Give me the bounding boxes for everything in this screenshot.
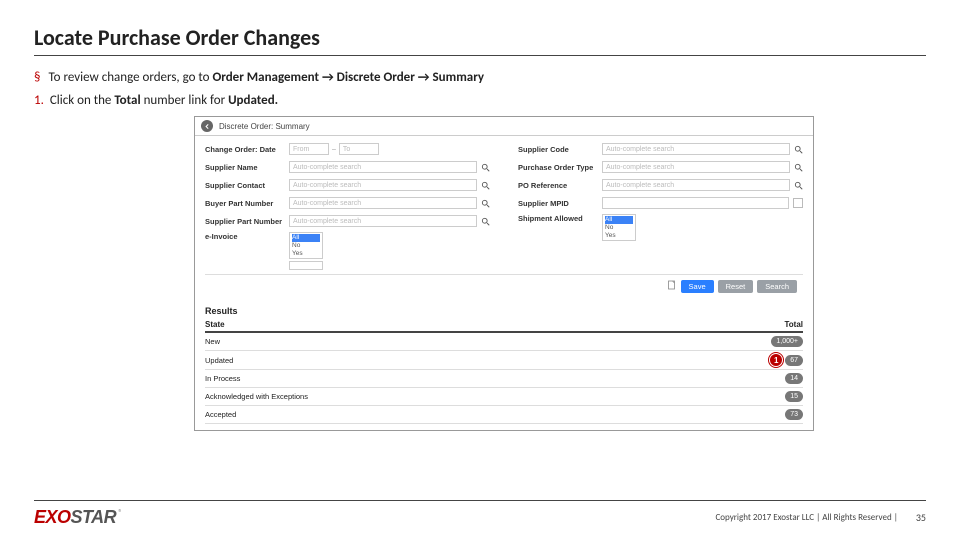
- label-buyer-part: Buyer Part Number: [205, 199, 289, 208]
- search-icon[interactable]: [481, 181, 490, 190]
- supplier-part-input[interactable]: Auto-complete search: [289, 215, 477, 227]
- buyer-part-input[interactable]: Auto-complete search: [289, 197, 477, 209]
- step-1: 1. Click on the Total number link for Up…: [34, 93, 926, 108]
- po-ref-input[interactable]: Auto-complete search: [602, 179, 790, 191]
- supplier-name-input[interactable]: Auto-complete search: [289, 161, 477, 173]
- screenshot-title: Discrete Order: Summary: [219, 122, 310, 131]
- label-supplier-contact: Supplier Contact: [205, 181, 289, 190]
- search-icon[interactable]: [481, 163, 490, 172]
- einvoice-extra[interactable]: [289, 261, 323, 270]
- search-icon[interactable]: [794, 163, 803, 172]
- search-icon[interactable]: [481, 217, 490, 226]
- po-type-input[interactable]: Auto-complete search: [602, 161, 790, 173]
- search-button[interactable]: Search: [757, 280, 797, 293]
- results-heading: Results: [205, 306, 803, 316]
- table-row: Updated 1 67: [205, 351, 803, 370]
- col-total: Total: [784, 320, 803, 329]
- label-supplier-part: Supplier Part Number: [205, 217, 289, 226]
- app-screenshot: Discrete Order: Summary Change Order: Da…: [194, 116, 814, 431]
- total-link[interactable]: 1,000+: [771, 336, 803, 347]
- back-icon[interactable]: [201, 120, 213, 132]
- label-ship-allowed: Shipment Allowed: [518, 214, 602, 223]
- einvoice-listbox[interactable]: All No Yes: [289, 232, 323, 259]
- total-link-updated[interactable]: 67: [785, 355, 803, 366]
- exostar-logo: EXOSTAR®: [34, 507, 122, 528]
- table-row: In Process 14: [205, 370, 803, 388]
- label-supplier-mpid: Supplier MPID: [518, 199, 602, 208]
- step-number: 1.: [34, 93, 44, 108]
- col-state: State: [205, 320, 225, 329]
- total-link[interactable]: 14: [785, 373, 803, 384]
- search-icon[interactable]: [481, 199, 490, 208]
- ship-allowed-listbox[interactable]: All No Yes: [602, 214, 636, 241]
- label-supplier-name: Supplier Name: [205, 163, 289, 172]
- table-row: Acknowledged with Exceptions 15: [205, 388, 803, 406]
- page-title: Locate Purchase Order Changes: [34, 24, 926, 56]
- to-input[interactable]: To: [339, 143, 379, 155]
- save-button[interactable]: Save: [681, 280, 714, 293]
- label-einvoice: e-Invoice: [205, 232, 289, 241]
- table-row: New 1,000+: [205, 333, 803, 351]
- copyright-text: Copyright 2017 Exostar LLC | All Rights …: [715, 512, 897, 523]
- search-icon[interactable]: [794, 181, 803, 190]
- supplier-code-input[interactable]: Auto-complete search: [602, 143, 790, 155]
- screenshot-header: Discrete Order: Summary: [195, 117, 813, 136]
- label-change-date: Change Order: Date: [205, 145, 289, 154]
- bullet-marker: §: [34, 70, 40, 85]
- search-icon[interactable]: [794, 145, 803, 154]
- page-number: 35: [916, 511, 926, 524]
- step-marker-1: 1: [770, 354, 782, 366]
- document-icon[interactable]: [667, 280, 677, 290]
- label-supplier-code: Supplier Code: [518, 145, 602, 154]
- from-input[interactable]: From: [289, 143, 329, 155]
- supplier-contact-input[interactable]: Auto-complete search: [289, 179, 477, 191]
- reset-button[interactable]: Reset: [718, 280, 754, 293]
- total-link[interactable]: 15: [785, 391, 803, 402]
- copy-icon[interactable]: [793, 198, 803, 208]
- label-po-ref: PO Reference: [518, 181, 602, 190]
- table-row: Accepted 73: [205, 406, 803, 424]
- total-link[interactable]: 73: [785, 409, 803, 420]
- label-po-type: Purchase Order Type: [518, 163, 602, 172]
- supplier-mpid-input[interactable]: [602, 197, 789, 209]
- intro-bullet: § To review change orders, go to Order M…: [34, 70, 926, 85]
